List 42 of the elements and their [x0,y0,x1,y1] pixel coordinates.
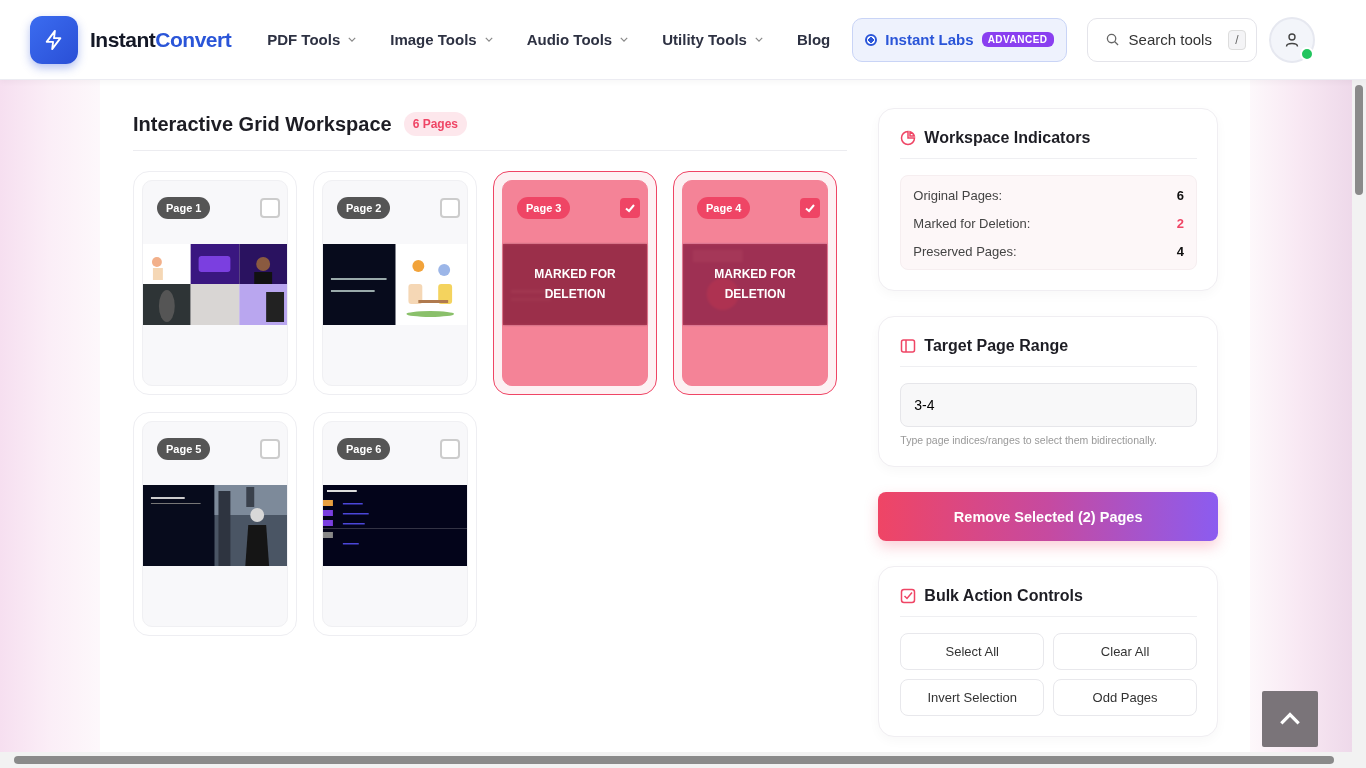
card-title: Target Page Range [924,337,1069,355]
page-badge: Page 5 [157,438,211,460]
advanced-badge: ADVANCED [981,32,1054,47]
logo-text[interactable]: InstantConvert [90,27,232,52]
page-card[interactable]: Page 5 [133,412,297,636]
page-card[interactable]: Page 6 [313,412,477,636]
stat-label: Original Pages: [913,188,1003,203]
card-title: Workspace Indicators [924,129,1091,147]
instant-labs-button[interactable]: Instant Labs ADVANCED [852,17,1067,62]
search-field[interactable]: Search tools / [1086,17,1257,62]
bulk-action-button[interactable]: Odd Pages [1053,679,1197,716]
page-range-input[interactable]: 3-4 [900,383,1197,427]
workspace-title: Interactive Grid Workspace [133,112,392,136]
stat-value: 6 [1176,188,1184,203]
stat-value: 2 [1176,216,1184,231]
page-badge: Page 6 [337,438,391,460]
nav-menu-item[interactable]: Audio Tools [512,23,643,56]
nav-menu-item[interactable]: PDF Tools [253,23,371,56]
page-badge: Page 2 [337,197,391,219]
page-card[interactable]: Page 4 MARKED FOR DELETION [673,171,837,395]
remove-selected-button[interactable]: Remove Selected (2) Pages [878,492,1218,541]
nav-menu-item[interactable]: Utility Tools [648,23,777,56]
page-badge: Page 1 [157,197,211,219]
bulk-action-button[interactable]: Select All [900,633,1045,670]
page-card[interactable]: Page 3 MARKED FOR DELETION [493,171,657,395]
shortcut-key: / [1228,29,1246,50]
hint-text: Type page indices/ranges to select them bidirectionally. [900,434,1158,446]
page-badge: Page 4 [697,197,751,219]
search-input[interactable]: Search tools [1126,30,1221,49]
page-card[interactable]: Page 2 [313,171,477,395]
page-badge: Page 3 [517,197,571,219]
stat-value: 4 [1176,244,1184,259]
page-count-badge: 6 Pages [403,112,467,136]
nav-menu-item[interactable]: Blog [782,23,845,56]
instant-labs-label: Instant Labs [885,31,974,48]
card-title: Bulk Action Controls [924,587,1083,605]
bulk-action-button[interactable]: Invert Selection [900,679,1045,716]
bulk-action-button[interactable]: Clear All [1053,633,1197,670]
stat-label: Preserved Pages: [913,244,1017,259]
page-card[interactable]: Page 1 [133,171,297,395]
stat-label: Marked for Deletion: [913,216,1031,231]
nav-menu-item[interactable]: Image Tools [376,23,507,56]
